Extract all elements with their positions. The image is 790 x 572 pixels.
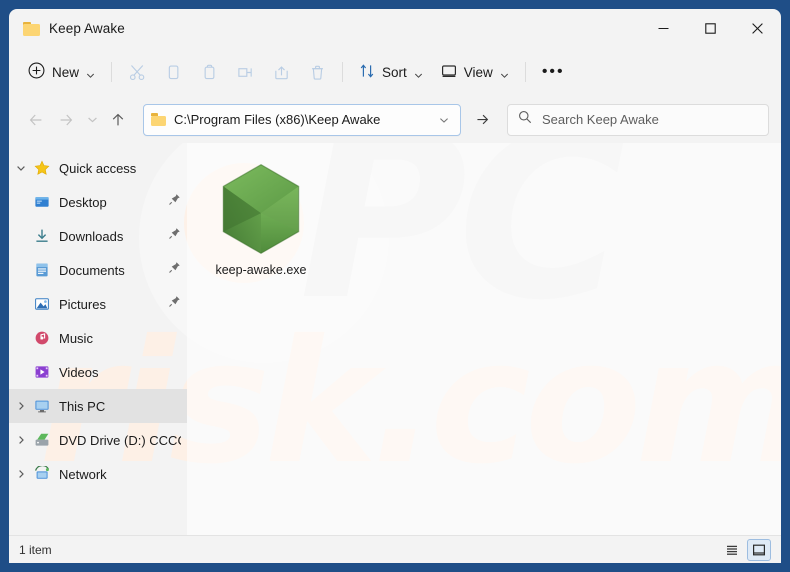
navigation-pane: Quick access Desktop Downloads Documents… — [9, 143, 187, 535]
sidebar-item-label: Desktop — [59, 194, 107, 210]
forward-button[interactable] — [51, 105, 81, 135]
item-count-label: 1 item — [19, 542, 52, 557]
close-icon[interactable] — [734, 9, 781, 48]
refresh-go-button[interactable] — [467, 105, 497, 135]
search-input[interactable]: Search Keep Awake — [507, 103, 769, 136]
plus-circle-icon — [28, 62, 45, 82]
search-icon — [518, 110, 532, 129]
address-bar[interactable]: C:\Program Files (x86)\Keep Awake — [143, 103, 461, 136]
up-button[interactable] — [103, 105, 133, 135]
share-icon[interactable] — [267, 57, 295, 87]
sidebar-item-label: DVD Drive (D:) CCCC — [59, 432, 181, 448]
new-button-label: New — [52, 64, 80, 80]
ellipsis-icon: ••• — [541, 63, 565, 80]
pin-icon[interactable] — [168, 295, 181, 313]
new-button[interactable]: New — [19, 56, 104, 88]
explorer-body: PC risk.com Quick access Desktop — [9, 143, 781, 535]
large-icon-tile-icon[interactable] — [747, 538, 771, 561]
document-icon — [33, 261, 51, 279]
green-hexagon-icon — [222, 163, 300, 255]
sidebar-item-desktop[interactable]: Desktop — [9, 185, 187, 219]
pin-icon[interactable] — [168, 193, 181, 211]
download-icon — [33, 227, 51, 245]
search-placeholder: Search Keep Awake — [542, 112, 659, 127]
maximize-icon[interactable] — [687, 9, 734, 48]
rename-icon[interactable] — [231, 57, 259, 87]
chevron-down-icon — [500, 68, 509, 78]
window-title: Keep Awake — [49, 21, 125, 36]
chevron-right-icon[interactable] — [9, 469, 33, 479]
sidebar-item-this-pc[interactable]: This PC — [9, 389, 187, 423]
sidebar-item-label: Network — [59, 466, 107, 482]
toolbar-divider-3 — [524, 62, 526, 82]
sidebar-item-label: Downloads — [59, 228, 124, 244]
scissors-icon[interactable] — [123, 57, 151, 87]
window-controls — [640, 9, 781, 48]
file-name-label: keep-awake.exe — [215, 263, 307, 277]
sort-button[interactable]: Sort — [350, 56, 432, 88]
sidebar-item-documents[interactable]: Documents — [9, 253, 187, 287]
sidebar-item-label: Music — [59, 330, 93, 346]
back-button[interactable] — [21, 105, 51, 135]
clipboard-icon[interactable] — [195, 57, 223, 87]
view-toggle-group — [720, 538, 771, 561]
minimize-icon[interactable] — [640, 9, 687, 48]
folder-icon — [151, 113, 166, 126]
desktop-icon — [33, 193, 51, 211]
chevron-down-icon[interactable] — [435, 115, 453, 125]
pin-icon[interactable] — [168, 261, 181, 279]
music-icon — [33, 329, 51, 347]
explorer-window: Keep Awake New Sort View ••• C:\Program … — [9, 9, 781, 563]
sidebar-item-videos[interactable]: Videos — [9, 355, 187, 389]
sort-button-label: Sort — [382, 64, 407, 80]
view-button-label: View — [463, 64, 493, 80]
address-path: C:\Program Files (x86)\Keep Awake — [174, 112, 381, 127]
file-item[interactable]: keep-awake.exe — [207, 157, 315, 281]
chevron-down-icon — [414, 68, 423, 78]
monitor-icon — [33, 397, 51, 415]
star-icon — [33, 159, 51, 177]
sidebar-item-dvd-drive[interactable]: DVD Drive (D:) CCCC — [9, 423, 187, 457]
list-lines-icon[interactable] — [720, 539, 744, 561]
sidebar-item-label: Documents — [59, 262, 125, 278]
sidebar-item-quick-access[interactable]: Quick access — [9, 151, 187, 185]
video-icon — [33, 363, 51, 381]
copy-icon[interactable] — [159, 57, 187, 87]
file-list-pane[interactable]: keep-awake.exe — [187, 143, 781, 535]
folder-icon — [23, 21, 40, 36]
see-more-button[interactable]: ••• — [533, 56, 574, 88]
chevron-right-icon[interactable] — [9, 435, 33, 445]
status-bar: 1 item — [9, 535, 781, 563]
sidebar-item-music[interactable]: Music — [9, 321, 187, 355]
trash-icon[interactable] — [303, 57, 331, 87]
sidebar-item-downloads[interactable]: Downloads — [9, 219, 187, 253]
chevron-right-icon[interactable] — [9, 401, 33, 411]
recent-locations-button[interactable] — [81, 105, 103, 135]
sidebar-item-label: This PC — [59, 398, 106, 414]
sidebar-item-label: Videos — [59, 364, 99, 380]
command-bar: New Sort View ••• — [9, 48, 781, 96]
monitor-icon — [441, 63, 457, 82]
sort-arrows-icon — [359, 63, 375, 82]
pictures-icon — [33, 295, 51, 313]
chevron-down-icon — [86, 68, 95, 78]
sidebar-item-pictures[interactable]: Pictures — [9, 287, 187, 321]
title-bar: Keep Awake — [9, 9, 781, 48]
navigation-bar: C:\Program Files (x86)\Keep Awake Search… — [9, 96, 781, 143]
sidebar-item-label: Pictures — [59, 296, 106, 312]
view-button[interactable]: View — [432, 56, 518, 88]
pin-icon[interactable] — [168, 227, 181, 245]
sidebar-item-label: Quick access — [59, 160, 137, 176]
sidebar-item-network[interactable]: Network — [9, 457, 187, 491]
toolbar-divider-2 — [342, 62, 344, 82]
network-icon — [33, 465, 51, 483]
dvd-drive-icon — [33, 431, 51, 449]
toolbar-divider — [111, 62, 113, 82]
chevron-down-icon[interactable] — [9, 163, 33, 173]
